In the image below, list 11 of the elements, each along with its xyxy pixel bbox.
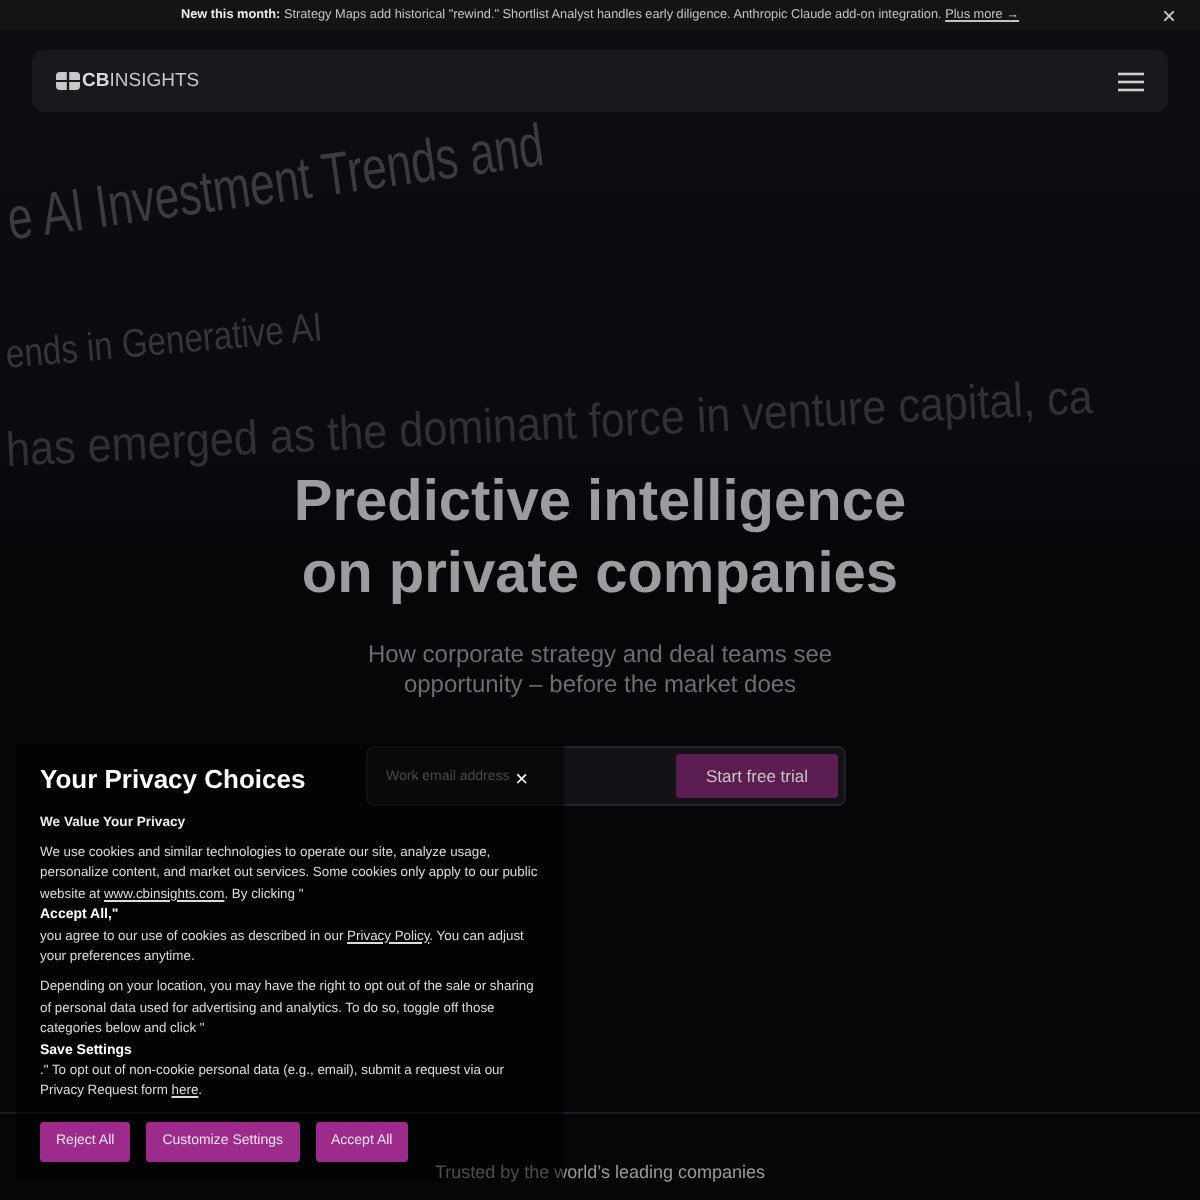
menu-button[interactable] bbox=[1118, 71, 1144, 91]
dialog-title: Your Privacy Choices bbox=[40, 764, 306, 796]
hero-title: Predictive intelligence on private companies bbox=[291, 468, 909, 610]
start-trial-button[interactable]: Start free trial bbox=[676, 754, 838, 798]
logo-icon bbox=[56, 72, 80, 90]
logo-text: CBINSIGHTS bbox=[82, 70, 200, 92]
menu-icon bbox=[1118, 71, 1144, 91]
trusted-text: Trusted by the world’s leading companies bbox=[434, 1162, 766, 1182]
close-button[interactable]: × bbox=[515, 769, 528, 791]
hero-subtitle: How corporate strategy and deal teams see opportunity – before the market does bbox=[365, 640, 835, 700]
close-button[interactable]: × bbox=[1161, 3, 1176, 27]
